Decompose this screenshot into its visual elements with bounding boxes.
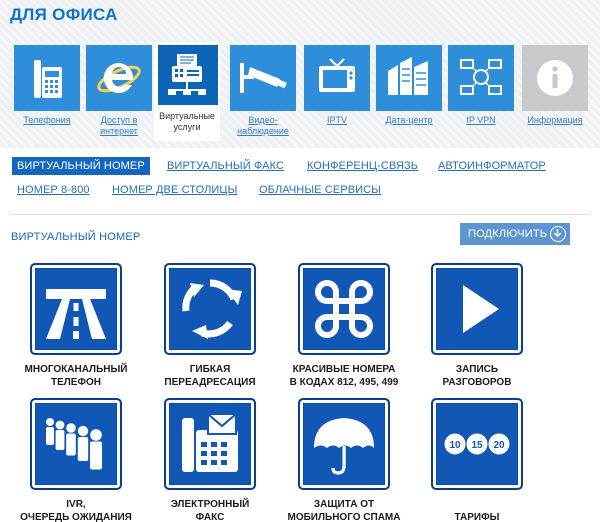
connect-button[interactable]: ПОДКЛЮЧИТЬ: [460, 223, 570, 245]
tariff-number: 10: [449, 440, 461, 451]
feature-spam-protection[interactable]: ЗАЩИТА ОТ МОБИЛЬНОГО СПАМА: [279, 398, 409, 522]
feature-beautiful-numbers[interactable]: КРАСИВЫЕ НОМЕРА В КОДАХ 812, 495, 499: [279, 263, 409, 389]
feature-flexible-forwarding[interactable]: ГИБКАЯ ПЕРЕАДРЕСАЦИЯ: [145, 263, 275, 389]
subnav-number-8800[interactable]: НОМЕР 8-800: [17, 184, 90, 196]
command-key-icon: [315, 280, 373, 338]
subnav-virtual-fax[interactable]: ВИРТУАЛЬНЫЙ ФАКС: [167, 160, 284, 172]
tv-icon: [319, 58, 355, 92]
subnav-autoinformer[interactable]: АВТОИНФОРМАТОР: [438, 160, 546, 172]
tab-label: IPTV: [326, 115, 347, 125]
page-title: ДЛЯ ОФИСА: [10, 5, 118, 24]
feature-caption: IVR, ОЧЕРЕДЬ ОЖИДАНИЯ: [20, 499, 132, 522]
feature-multichannel[interactable]: МНОГОКАНАЛЬНЫЙ ТЕЛЕФОН: [11, 263, 141, 389]
category-tabs: Телефония Доступ в интернет Виртуальные …: [14, 42, 598, 141]
vpn-network-icon: [460, 59, 502, 95]
feature-caption: ЭЛЕКТРОННЫЙ ФАКС: [170, 499, 250, 522]
tab-label: Видео-наблюдение: [237, 115, 289, 136]
tab-iptv[interactable]: IPTV: [304, 45, 370, 141]
queue-people-icon: [46, 418, 102, 470]
internet-explorer-icon: [97, 62, 141, 93]
security-camera-icon: [240, 63, 287, 93]
divider: [10, 214, 590, 215]
tab-internet[interactable]: Доступ в интернет: [86, 45, 152, 141]
feature-caption: ЗАЩИТА ОТ МОБИЛЬНОГО СПАМА: [287, 499, 401, 522]
feature-ivr-queue[interactable]: IVR, ОЧЕРЕДЬ ОЖИДАНИЯ: [11, 398, 141, 522]
subnav-cloud-services[interactable]: ОБЛАЧНЫЕ СЕРВИСЫ: [259, 184, 381, 196]
fax-mail-icon: [182, 413, 238, 472]
fax-phone-icon: [34, 60, 62, 98]
subnav-two-capitals[interactable]: НОМЕР ДВЕ СТОЛИЦЫ: [112, 184, 238, 196]
feature-caption: ЗАПИСЬ РАЗГОВОРОВ: [442, 364, 512, 388]
play-icon: [463, 285, 499, 333]
tab-datacenter[interactable]: Дата-центр: [376, 45, 442, 141]
tab-virtual-services[interactable]: Виртуальные услуги: [154, 42, 220, 141]
tariff-number: 20: [493, 440, 505, 451]
feature-caption: КРАСИВЫЕ НОМЕРА В КОДАХ 812, 495, 499: [289, 364, 399, 388]
tab-label: Дата-центр: [385, 115, 433, 125]
feature-caption: ТАРИФЫ: [454, 512, 500, 522]
network-fax-icon: [168, 54, 206, 95]
subnav-conference[interactable]: КОНФЕРЕНЦ-СВЯЗЬ: [307, 160, 418, 172]
tab-label: Доступ в интернет: [100, 115, 138, 136]
highway-icon: [46, 289, 106, 339]
tab-label: Телефония: [23, 115, 71, 125]
tariffs-icon: 10 15 20: [443, 432, 511, 456]
datacenter-icon: [388, 57, 428, 95]
connect-button-label: ПОДКЛЮЧИТЬ: [468, 228, 548, 240]
umbrella-icon: [314, 418, 374, 475]
tab-label: IP VPN: [466, 115, 496, 125]
tab-telephony[interactable]: Телефония: [14, 45, 80, 141]
feature-electronic-fax[interactable]: ЭЛЕКТРОННЫЙ ФАКС: [145, 398, 275, 522]
section-title: ВИРТУАЛЬНЫЙ НОМЕР: [11, 231, 141, 243]
roundabout-arrows-icon: [182, 279, 242, 339]
feature-caption: МНОГОКАНАЛЬНЫЙ ТЕЛЕФОН: [24, 364, 128, 388]
feature-tariffs[interactable]: 10 15 20 ТАРИФЫ: [412, 398, 542, 522]
info-icon: [537, 60, 573, 96]
tariff-number: 15: [471, 440, 483, 451]
tab-label: Виртуальные услуги: [159, 111, 215, 132]
tab-information[interactable]: Информация: [522, 45, 588, 141]
arrow-down-circle-icon: [550, 226, 566, 242]
tab-ip-vpn[interactable]: IP VPN: [448, 45, 514, 141]
tab-label: Информация: [527, 115, 583, 125]
feature-caption: ГИБКАЯ ПЕРЕАДРЕСАЦИЯ: [164, 364, 256, 388]
tab-video-surveillance[interactable]: Видео-наблюдение: [230, 45, 296, 141]
feature-call-recording[interactable]: ЗАПИСЬ РАЗГОВОРОВ: [412, 263, 542, 389]
subnav-virtual-number[interactable]: ВИРТУАЛЬНЫЙ НОМЕР: [12, 157, 150, 175]
